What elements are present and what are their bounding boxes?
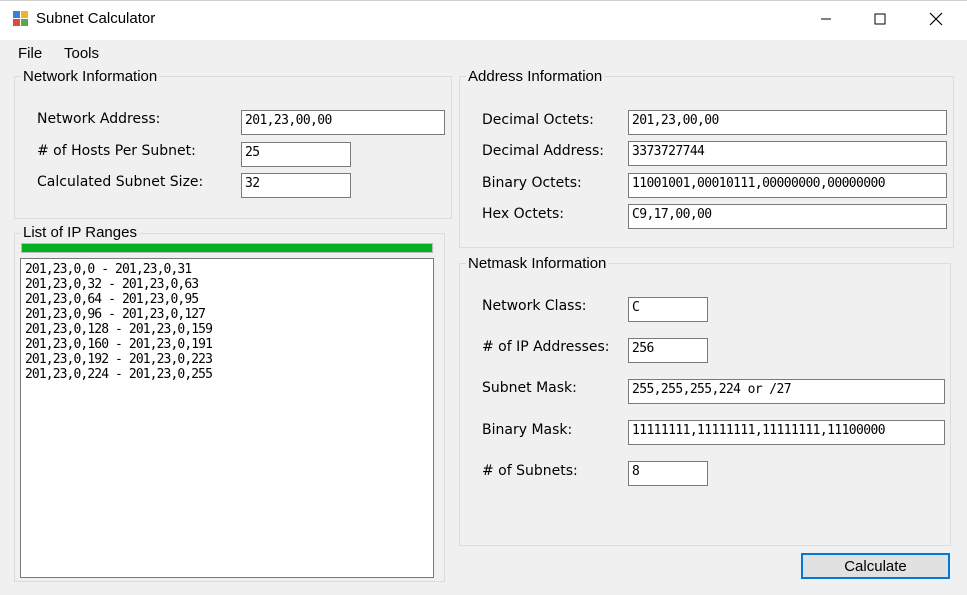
menu-bar xyxy=(0,40,967,66)
binary-mask-input[interactable]: 11111111,11111111,11111111,11100000 xyxy=(628,420,945,445)
list-item[interactable]: 201,23,0,224 - 201,23,0,255 xyxy=(21,367,433,382)
hex-octets-input[interactable]: C9,17,00,00 xyxy=(628,204,947,229)
calculate-button[interactable]: Calculate xyxy=(801,553,950,579)
subnet-mask-label: Subnet Mask: xyxy=(482,380,577,396)
window-title: Subnet Calculator xyxy=(36,10,156,27)
hex-octets-label: Hex Octets: xyxy=(482,206,564,222)
maximize-icon xyxy=(874,13,886,25)
network-address-input[interactable]: 201,23,00,00 xyxy=(241,110,445,135)
binary-octets-label: Binary Octets: xyxy=(482,175,582,191)
list-item[interactable]: 201,23,0,32 - 201,23,0,63 xyxy=(21,277,433,292)
progress-fill xyxy=(22,244,432,252)
network-class-input[interactable]: C xyxy=(628,297,708,322)
network-class-label: Network Class: xyxy=(482,298,587,314)
decimal-address-input[interactable]: 3373727744 xyxy=(628,141,947,166)
subnet-size-input[interactable]: 32 xyxy=(241,173,351,198)
minimize-button[interactable] xyxy=(803,0,849,38)
progress-bar xyxy=(21,243,433,253)
decimal-octets-label: Decimal Octets: xyxy=(482,112,594,128)
list-item[interactable]: 201,23,0,192 - 201,23,0,223 xyxy=(21,352,433,367)
address-information-title: Address Information xyxy=(466,68,605,85)
network-information-title: Network Information xyxy=(21,68,160,85)
ip-addresses-label: # of IP Addresses: xyxy=(482,339,610,355)
close-icon xyxy=(929,12,943,26)
decimal-octets-input[interactable]: 201,23,00,00 xyxy=(628,110,947,135)
netmask-information-title: Netmask Information xyxy=(466,255,609,272)
list-item[interactable]: 201,23,0,128 - 201,23,0,159 xyxy=(21,322,433,337)
list-item[interactable]: 201,23,0,0 - 201,23,0,31 xyxy=(21,262,433,277)
hosts-per-subnet-label: # of Hosts Per Subnet: xyxy=(37,143,196,159)
subnet-mask-input[interactable]: 255,255,255,224 or /27 xyxy=(628,379,945,404)
ip-ranges-title: List of IP Ranges xyxy=(21,224,139,241)
list-item[interactable]: 201,23,0,160 - 201,23,0,191 xyxy=(21,337,433,352)
binary-mask-label: Binary Mask: xyxy=(482,422,573,438)
list-item[interactable]: 201,23,0,96 - 201,23,0,127 xyxy=(21,307,433,322)
menu-tools[interactable]: Tools xyxy=(64,45,99,62)
network-address-label: Network Address: xyxy=(37,111,161,127)
ip-addresses-input[interactable]: 256 xyxy=(628,338,708,363)
minimize-icon xyxy=(821,18,831,20)
close-button[interactable] xyxy=(913,0,959,38)
binary-octets-input[interactable]: 11001001,00010111,00000000,00000000 xyxy=(628,173,947,198)
subnets-input[interactable]: 8 xyxy=(628,461,708,486)
decimal-address-label: Decimal Address: xyxy=(482,143,605,159)
subnets-label: # of Subnets: xyxy=(482,463,578,479)
menu-file[interactable]: File xyxy=(18,45,42,62)
ip-ranges-list[interactable]: 201,23,0,0 - 201,23,0,31 201,23,0,32 - 2… xyxy=(20,258,434,578)
hosts-per-subnet-input[interactable]: 25 xyxy=(241,142,351,167)
maximize-button[interactable] xyxy=(857,0,903,38)
app-icon xyxy=(13,11,28,26)
list-item[interactable]: 201,23,0,64 - 201,23,0,95 xyxy=(21,292,433,307)
subnet-size-label: Calculated Subnet Size: xyxy=(37,174,204,190)
